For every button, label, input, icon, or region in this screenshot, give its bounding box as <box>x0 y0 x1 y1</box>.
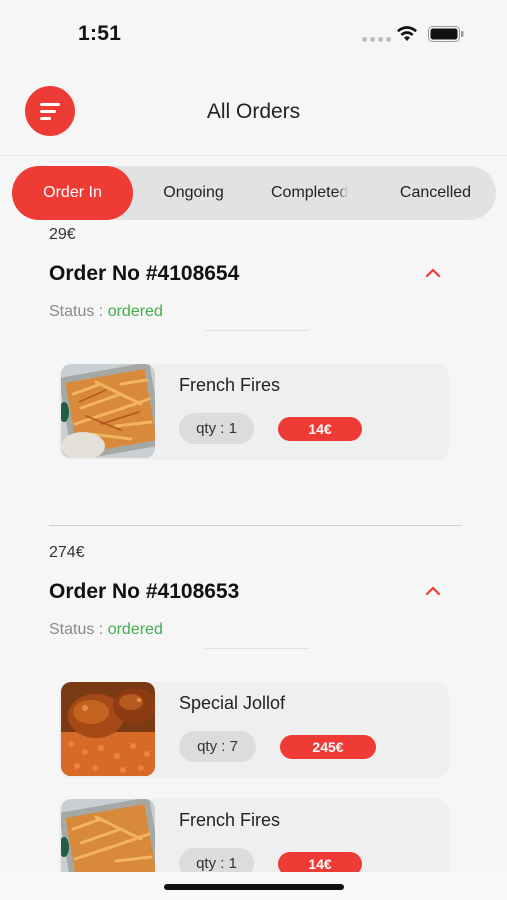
order-total: 274€ <box>49 544 85 561</box>
qty-badge: qty : 7 <box>179 731 256 762</box>
order-item[interactable]: Special Jollof qty : 7 245€ <box>59 682 449 778</box>
order-status: Status : ordered <box>49 303 163 320</box>
price-badge: 245€ <box>280 735 376 759</box>
tab-completed[interactable]: Completed <box>254 166 375 220</box>
status-value: ordered <box>107 303 163 320</box>
tab-order-in[interactable]: Order In <box>12 166 133 220</box>
item-name: Special Jollof <box>179 693 286 713</box>
page-title: All Orders <box>206 100 301 123</box>
chevron-up-icon[interactable] <box>424 267 442 279</box>
jollof-chicken-image <box>61 682 155 776</box>
home-indicator[interactable] <box>164 884 344 890</box>
qty-badge: qty : 1 <box>179 413 254 444</box>
order-tabs: Order In Ongoing Completed Cancelled <box>12 166 496 220</box>
qty-badge: qty : 1 <box>179 848 254 872</box>
order-number: Order No #4108653 <box>49 580 240 603</box>
tab-cancelled[interactable]: Cancelled <box>375 166 496 220</box>
item-name: French Fires <box>179 810 281 830</box>
wifi-icon <box>397 26 417 41</box>
item-name: French Fires <box>179 375 281 395</box>
order-item[interactable]: French Fires qty : 1 14€ <box>59 364 449 460</box>
signal-dots-icon <box>362 37 391 42</box>
status-time: 1:51 <box>78 22 122 45</box>
status-bar: 1:51 <box>0 0 507 64</box>
orders-list[interactable]: 29€ Order No #4108654 Status : ordered F… <box>0 220 507 872</box>
order-number: Order No #4108654 <box>49 262 240 285</box>
app-header: All Orders <box>0 64 507 156</box>
price-badge: 14€ <box>278 852 362 872</box>
divider <box>205 648 309 649</box>
order-divider <box>49 525 462 526</box>
battery-icon <box>428 26 464 42</box>
status-value: ordered <box>107 621 163 638</box>
order-total: 29€ <box>49 226 76 243</box>
french-fries-image <box>61 799 155 872</box>
french-fries-image <box>61 364 155 458</box>
order-status: Status : ordered <box>49 621 163 638</box>
order-item[interactable]: French Fires qty : 1 14€ <box>59 799 449 872</box>
divider <box>205 330 309 331</box>
tab-ongoing[interactable]: Ongoing <box>133 166 254 220</box>
chevron-up-icon[interactable] <box>424 585 442 597</box>
price-badge: 14€ <box>278 417 362 441</box>
